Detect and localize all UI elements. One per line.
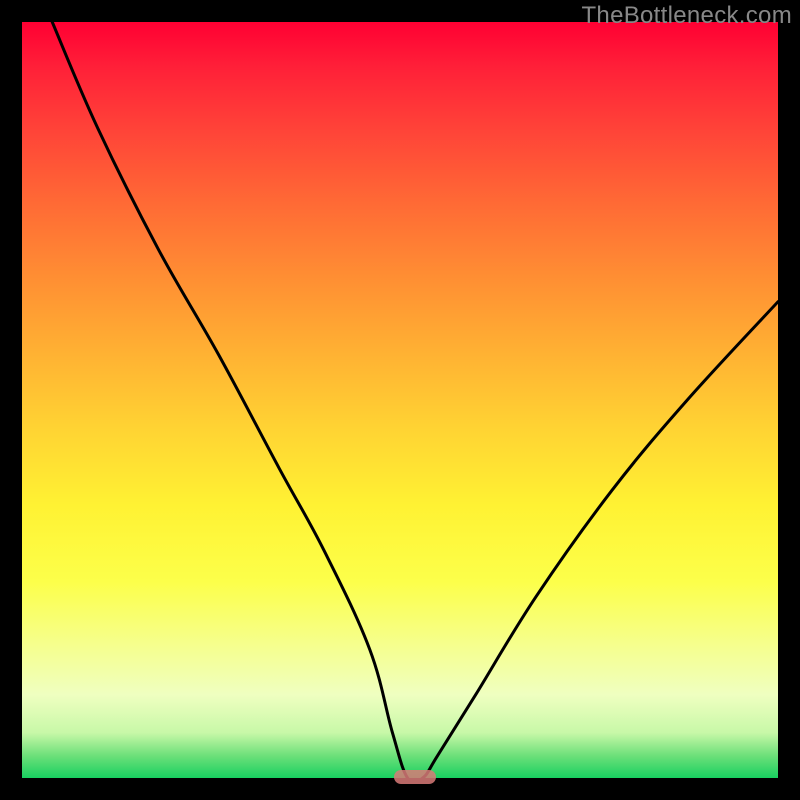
chart-frame: TheBottleneck.com bbox=[0, 0, 800, 800]
plot-area bbox=[22, 22, 778, 778]
minimum-marker bbox=[394, 770, 436, 784]
watermark-text: TheBottleneck.com bbox=[581, 2, 792, 30]
bottleneck-curve bbox=[22, 22, 778, 778]
